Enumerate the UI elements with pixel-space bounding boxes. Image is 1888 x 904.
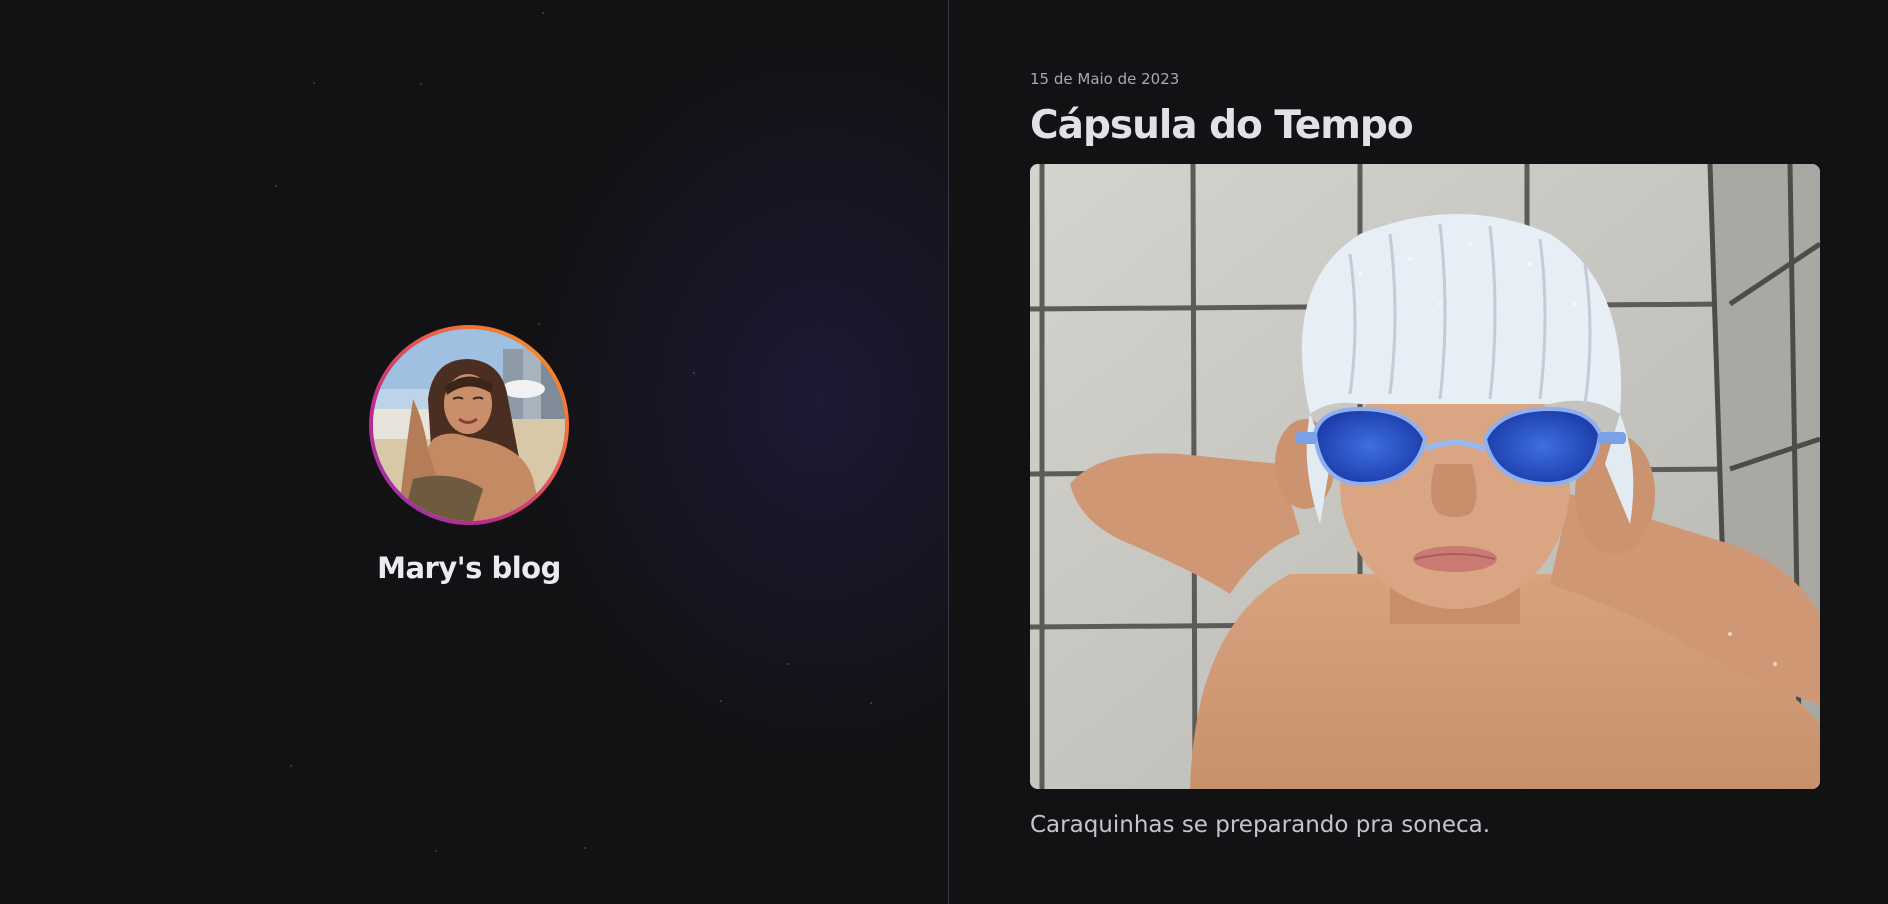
post-date: 15 de Maio de 2023 [1030,70,1180,88]
post-image[interactable] [1030,164,1820,789]
page: Mary's blog 15 de Maio de 2023 Cápsula d… [0,0,1888,904]
profile-panel: Mary's blog [0,0,948,904]
post-photo [1030,164,1820,789]
post-article: 15 de Maio de 2023 Cápsula do Tempo Cara… [1030,70,1820,838]
post-caption: Caraquinhas se preparando pra soneca. [1030,812,1491,838]
blog-title[interactable]: Mary's blog [377,551,561,585]
avatar-ring [369,325,569,525]
post-panel: 15 de Maio de 2023 Cápsula do Tempo Cara… [949,0,1888,904]
avatar[interactable] [373,329,565,521]
avatar-photo [373,329,565,521]
profile-card: Mary's blog [369,325,569,585]
post-title: Cápsula do Tempo [1030,103,1414,148]
